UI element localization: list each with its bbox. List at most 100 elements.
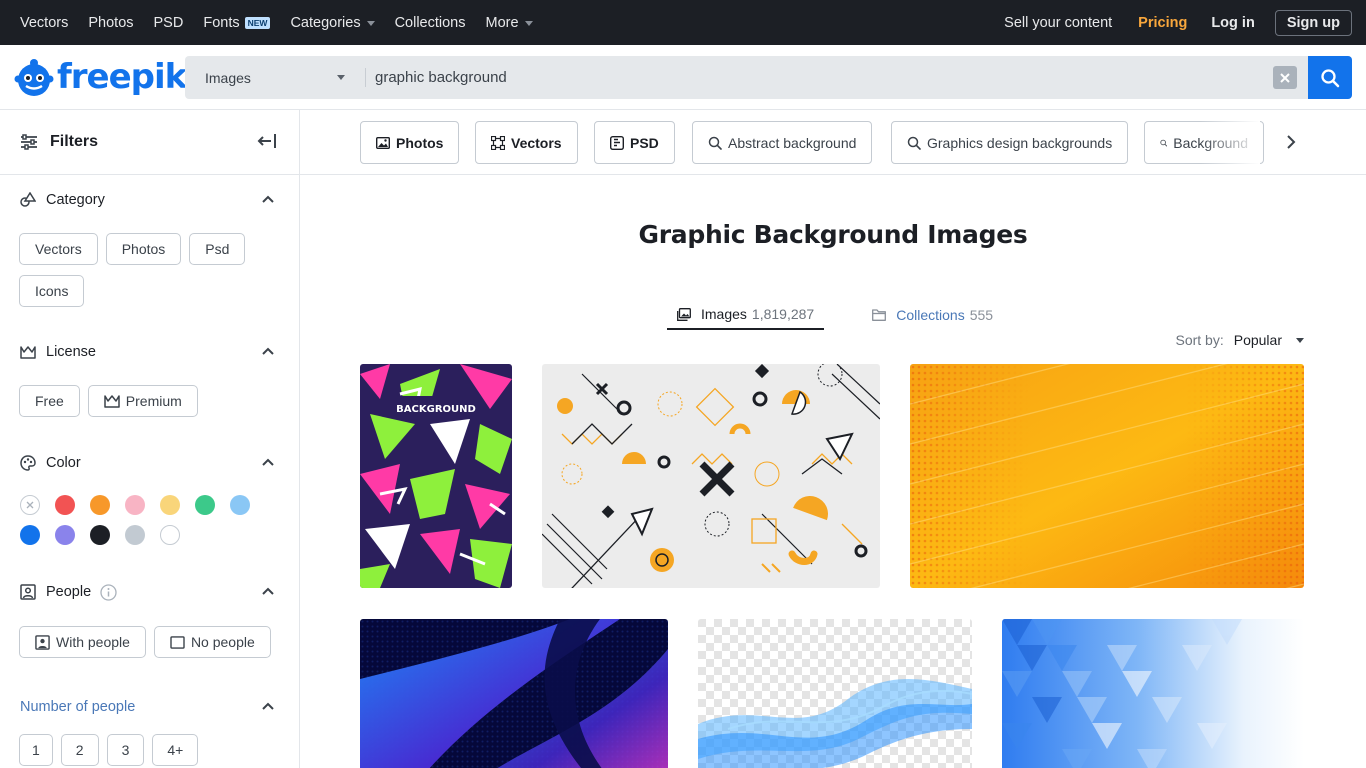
image-icon bbox=[376, 136, 390, 149]
number-of-people-header[interactable]: Number of people bbox=[0, 695, 299, 719]
memphis-shapes-image bbox=[542, 364, 880, 588]
nav-vectors[interactable]: Vectors bbox=[20, 15, 68, 31]
result-thumbnail[interactable] bbox=[360, 619, 668, 768]
nav-photos[interactable]: Photos bbox=[88, 15, 133, 31]
number-of-people-section: Number of people 1 2 3 4+ bbox=[0, 695, 299, 768]
color-yellow-swatch[interactable] bbox=[160, 495, 180, 515]
collapse-sidebar-icon[interactable] bbox=[257, 132, 277, 150]
tab-images-count: 1,819,287 bbox=[751, 306, 815, 322]
license-premium-chip[interactable]: Premium bbox=[87, 385, 198, 417]
nav-collections[interactable]: Collections bbox=[395, 15, 466, 31]
chevron-up-icon bbox=[262, 458, 274, 466]
chevron-right-icon[interactable] bbox=[1286, 134, 1296, 150]
premium-label: Premium bbox=[125, 393, 182, 409]
nav-more[interactable]: More bbox=[486, 15, 533, 31]
search-header: freepik Images bbox=[0, 45, 1366, 110]
category-header[interactable]: Category bbox=[0, 188, 299, 212]
crown-icon bbox=[104, 395, 120, 408]
related-vectors-label: Vectors bbox=[511, 134, 562, 151]
color-purple-swatch[interactable] bbox=[55, 525, 75, 545]
related-abstract-background-pill[interactable]: Abstract background bbox=[692, 121, 873, 164]
category-vectors-chip[interactable]: Vectors bbox=[19, 233, 98, 265]
nav-psd[interactable]: PSD bbox=[154, 15, 184, 31]
category-photos-chip[interactable]: Photos bbox=[105, 233, 182, 265]
license-chips: Free Premium bbox=[0, 385, 290, 427]
caret-down-icon bbox=[366, 21, 375, 26]
people-count-4plus-chip[interactable]: 4+ bbox=[152, 734, 199, 766]
category-icons-chip[interactable]: Icons bbox=[19, 275, 85, 307]
result-thumbnail[interactable] bbox=[698, 619, 972, 768]
new-badge: NEW bbox=[244, 16, 271, 29]
people-header[interactable]: People bbox=[0, 580, 299, 604]
info-icon[interactable] bbox=[100, 583, 117, 601]
chevron-up-icon bbox=[262, 347, 274, 355]
color-blue-swatch[interactable] bbox=[20, 525, 40, 545]
result-thumbnail[interactable] bbox=[1002, 619, 1304, 768]
related-vectors-pill[interactable]: Vectors bbox=[475, 121, 578, 164]
color-black-swatch[interactable] bbox=[90, 525, 110, 545]
related-psd-pill[interactable]: PSD bbox=[594, 121, 675, 164]
sort-control[interactable]: Sort by: Popular bbox=[1175, 332, 1304, 348]
login-link[interactable]: Log in bbox=[1211, 15, 1255, 31]
color-none-swatch[interactable] bbox=[20, 495, 40, 515]
nav-fonts[interactable]: Fonts NEW bbox=[203, 14, 271, 31]
color-red-swatch[interactable] bbox=[55, 495, 75, 515]
top-navigation: Vectors Photos PSD Fonts NEW Categories … bbox=[0, 0, 1366, 45]
search-input[interactable] bbox=[375, 56, 1255, 99]
tab-images[interactable]: Images 1,819,287 bbox=[667, 300, 825, 330]
vector-icon bbox=[491, 135, 505, 150]
color-pink-swatch[interactable] bbox=[125, 495, 145, 515]
sell-content-link[interactable]: Sell your content bbox=[1004, 15, 1112, 31]
license-label: License bbox=[46, 344, 96, 360]
license-section: License Free Premium bbox=[0, 340, 299, 427]
people-count-1-chip[interactable]: 1 bbox=[19, 734, 53, 766]
nav-more-label: More bbox=[485, 14, 519, 31]
images-icon bbox=[677, 307, 691, 321]
search-type-label: Images bbox=[205, 69, 251, 86]
result-thumbnail[interactable] bbox=[910, 364, 1304, 588]
result-thumbnail[interactable] bbox=[542, 364, 880, 588]
category-label: Category bbox=[46, 192, 105, 208]
color-white-swatch[interactable] bbox=[160, 525, 180, 545]
with-people-label: With people bbox=[56, 634, 130, 650]
people-count-2-chip[interactable]: 2 bbox=[60, 734, 99, 766]
search-box: Images bbox=[185, 56, 1352, 99]
nav-categories[interactable]: Categories bbox=[290, 14, 375, 31]
search-type-select[interactable]: Images bbox=[185, 56, 365, 99]
color-green-swatch[interactable] bbox=[195, 495, 215, 515]
color-gray-swatch[interactable] bbox=[125, 525, 145, 545]
result-thumbnail[interactable]: BACKGROUND bbox=[360, 364, 512, 588]
sliders-icon bbox=[21, 134, 37, 150]
search-button[interactable] bbox=[1308, 56, 1352, 99]
license-header[interactable]: License bbox=[0, 340, 299, 364]
related-graphics-design-backgrounds-pill[interactable]: Graphics design backgrounds bbox=[891, 121, 1129, 164]
freepik-logo[interactable]: freepik bbox=[14, 55, 187, 99]
tab-collections[interactable]: Collections 555 bbox=[862, 300, 1003, 330]
close-icon bbox=[1280, 72, 1290, 83]
filters-title: Filters bbox=[50, 133, 99, 150]
clear-search-button[interactable] bbox=[1273, 66, 1297, 89]
people-count-3-chip[interactable]: 3 bbox=[106, 734, 145, 766]
with-people-chip[interactable]: With people bbox=[19, 626, 146, 658]
people-label: People bbox=[46, 584, 92, 600]
filters-header: Filters bbox=[0, 110, 299, 175]
no-people-label: No people bbox=[190, 634, 255, 650]
color-orange-swatch[interactable] bbox=[90, 495, 110, 515]
nav-fonts-label: Fonts bbox=[203, 14, 240, 31]
related-photos-pill[interactable]: Photos bbox=[360, 121, 460, 164]
color-light-blue-swatch[interactable] bbox=[230, 495, 250, 515]
sort-label: Sort by: bbox=[1175, 332, 1224, 348]
nav-categories-label: Categories bbox=[290, 14, 361, 31]
shapes-icon bbox=[20, 192, 36, 207]
color-header[interactable]: Color bbox=[0, 451, 299, 475]
search-icon bbox=[907, 136, 921, 150]
chevron-up-icon bbox=[262, 702, 274, 710]
chevron-up-icon bbox=[262, 195, 274, 203]
pricing-link[interactable]: Pricing bbox=[1138, 15, 1187, 31]
no-people-chip[interactable]: No people bbox=[153, 626, 271, 658]
category-psd-chip[interactable]: Psd bbox=[189, 233, 246, 265]
license-free-chip[interactable]: Free bbox=[19, 385, 80, 417]
graffiti-pattern-image: BACKGROUND bbox=[360, 364, 512, 588]
search-icon bbox=[708, 136, 722, 150]
signup-button[interactable]: Sign up bbox=[1274, 9, 1352, 36]
